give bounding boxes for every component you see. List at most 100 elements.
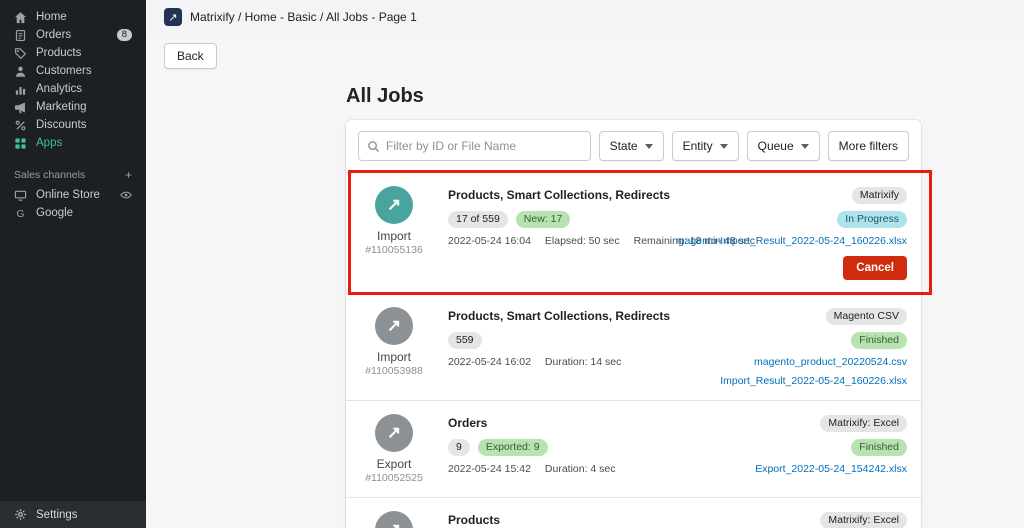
jobs-card: StateEntityQueueMore filters ↗Import#110… — [346, 120, 921, 528]
job-row: ↗Export#110037578Products10Exported: 102… — [346, 497, 921, 528]
filter-buttons: State Entity Queue More filters — [599, 131, 909, 161]
breadcrumb[interactable]: Matrixify / Home - Basic / All Jobs - Pa… — [190, 10, 417, 24]
sidebar-item-marketing[interactable]: Marketing — [0, 98, 146, 116]
job-meta: 2022-05-24 16:02 Duration: 14 sec — [448, 356, 720, 368]
orders-icon — [14, 29, 27, 42]
job-meta: 2022-05-24 16:04Elapsed: 50 secRemaining… — [448, 235, 676, 247]
status-badge: Exported: 9 — [478, 439, 548, 456]
job-title: Products — [448, 512, 755, 528]
job-right-column: Matrixify: ExcelFinishedExport_2022-05-2… — [755, 511, 907, 528]
job-title: Products, Smart Collections, Redirects — [448, 187, 676, 204]
filter-button-entity[interactable]: Entity — [672, 131, 739, 161]
job-meta-part: 2022-05-24 16:02 — [448, 356, 531, 368]
export-arrow-icon: ↗ — [375, 414, 413, 452]
status-badge: 17 of 559 — [448, 211, 508, 228]
job-meta-part: 2022-05-24 15:42 — [448, 463, 531, 475]
eye-icon[interactable] — [120, 189, 132, 201]
status-badge: Matrixify: Excel — [820, 512, 907, 528]
result-file-link[interactable]: magento_product_20220524.csv — [754, 356, 907, 368]
filter-button-queue[interactable]: Queue — [747, 131, 820, 161]
job-type-label: Import — [377, 350, 411, 364]
sidebar-item-orders[interactable]: Orders 8 — [0, 26, 146, 44]
chevron-down-icon — [645, 144, 653, 149]
chevron-down-icon — [720, 144, 728, 149]
job-meta-part: Duration: 14 sec — [545, 356, 621, 368]
discounts-icon — [14, 119, 27, 132]
apps-icon — [14, 137, 27, 150]
status-badge: Magento CSV — [826, 308, 907, 325]
google-icon: G — [14, 207, 27, 220]
result-file-link[interactable]: Export_2022-05-24_154242.xlsx — [755, 463, 907, 475]
export-arrow-icon: ↗ — [375, 511, 413, 528]
sidebar-item-label: Products — [36, 47, 81, 59]
filter-search-input[interactable] — [386, 139, 582, 153]
sidebar-item-label: Customers — [36, 65, 92, 77]
sidebar-channel-online-store[interactable]: Online Store — [0, 186, 146, 204]
filter-button-state[interactable]: State — [599, 131, 664, 161]
customers-icon — [14, 65, 27, 78]
job-id: #110055136 — [365, 244, 423, 256]
add-sales-channel-icon[interactable]: + — [125, 168, 132, 182]
status-badge: Finished — [851, 439, 907, 456]
job-main-column: Products10Exported: 102022-05-24 13:52Du… — [432, 511, 755, 528]
job-badges: 17 of 559 New: 17 — [448, 211, 676, 228]
job-right-column: Matrixify In Progress magento-Import_Resul… — [676, 186, 907, 280]
job-row: ↗Import#110053988Products, Smart Collect… — [346, 293, 921, 400]
filter-bar: State Entity Queue More filters — [346, 120, 921, 172]
job-meta-part: Elapsed: 50 sec — [545, 235, 620, 247]
sidebar-channel-google[interactable]: GGoogle — [0, 204, 146, 222]
sales-channels-label: Sales channels — [14, 169, 85, 181]
back-row: Back — [146, 34, 1024, 69]
result-file-link[interactable]: magento-Import_Result_2022-05-24_160226.… — [676, 235, 907, 247]
job-title: Products, Smart Collections, Redirects — [448, 308, 720, 325]
job-type-label: Import — [377, 229, 411, 243]
gear-icon — [14, 508, 27, 521]
job-row: ↗Export#110052525Orders9Exported: 92022-… — [346, 400, 921, 497]
job-main-column: Products, Smart Collections, Redirects 55… — [432, 307, 720, 387]
job-meta: 2022-05-24 15:42Duration: 4 sec — [448, 463, 755, 475]
status-badge: New: 17 — [516, 211, 571, 228]
sidebar-item-home[interactable]: Home — [0, 8, 146, 26]
status-badge: Matrixify — [852, 187, 907, 204]
marketing-icon — [14, 101, 27, 114]
topbar: ↗ Matrixify / Home - Basic / All Jobs - … — [146, 0, 1024, 34]
sidebar-item-label: Discounts — [36, 119, 87, 131]
page-title: All Jobs — [346, 85, 921, 108]
filter-button-label: State — [610, 139, 638, 153]
sales-channels-list: Online Store GGoogle — [0, 186, 146, 222]
status-badge: 559 — [448, 332, 482, 349]
sidebar-item-label: Analytics — [36, 83, 82, 95]
sidebar-item-apps[interactable]: Apps — [0, 134, 146, 152]
status-badge: In Progress — [837, 211, 907, 228]
import-arrow-icon: ↗ — [375, 186, 413, 224]
job-left-column: ↗Import#110053988 — [356, 307, 432, 387]
job-badges: 9Exported: 9 — [448, 439, 755, 456]
sidebar-item-analytics[interactable]: Analytics — [0, 80, 146, 98]
sidebar-item-label: Orders — [36, 29, 71, 41]
job-right-column: Matrixify: ExcelFinishedExport_2022-05-2… — [755, 414, 907, 484]
result-file-link[interactable]: Import_Result_2022-05-24_160226.xlsx — [720, 375, 907, 387]
channel-label: Online Store — [36, 189, 100, 201]
job-title: Orders — [448, 415, 755, 432]
sidebar-item-products[interactable]: Products — [0, 44, 146, 62]
filter-button-more-filters[interactable]: More filters — [828, 131, 909, 161]
job-badges: 559 — [448, 332, 720, 349]
job-row: ↗ Import#110055136 Products, Smart Collect… — [346, 172, 921, 293]
search-icon — [367, 140, 380, 153]
filter-button-label: More filters — [839, 139, 898, 153]
job-meta-part: 2022-05-24 16:04 — [448, 235, 531, 247]
cancel-button[interactable]: Cancel — [843, 256, 907, 280]
matrixify-app-icon: ↗ — [164, 8, 182, 26]
sidebar-item-settings[interactable]: Settings — [0, 501, 146, 528]
sidebar-item-label: Home — [36, 11, 67, 23]
sidebar-item-discounts[interactable]: Discounts — [0, 116, 146, 134]
orders-count-badge: 8 — [117, 29, 132, 41]
back-button[interactable]: Back — [164, 43, 217, 69]
chevron-down-icon — [801, 144, 809, 149]
job-id: #110052525 — [365, 472, 423, 484]
job-left-column: ↗ Import#110055136 — [356, 186, 432, 280]
status-badge: Finished — [851, 332, 907, 349]
content-column: All Jobs State Entity Queue More filters ↗ I… — [346, 85, 921, 528]
sidebar-item-customers[interactable]: Customers — [0, 62, 146, 80]
import-arrow-icon: ↗ — [375, 307, 413, 345]
